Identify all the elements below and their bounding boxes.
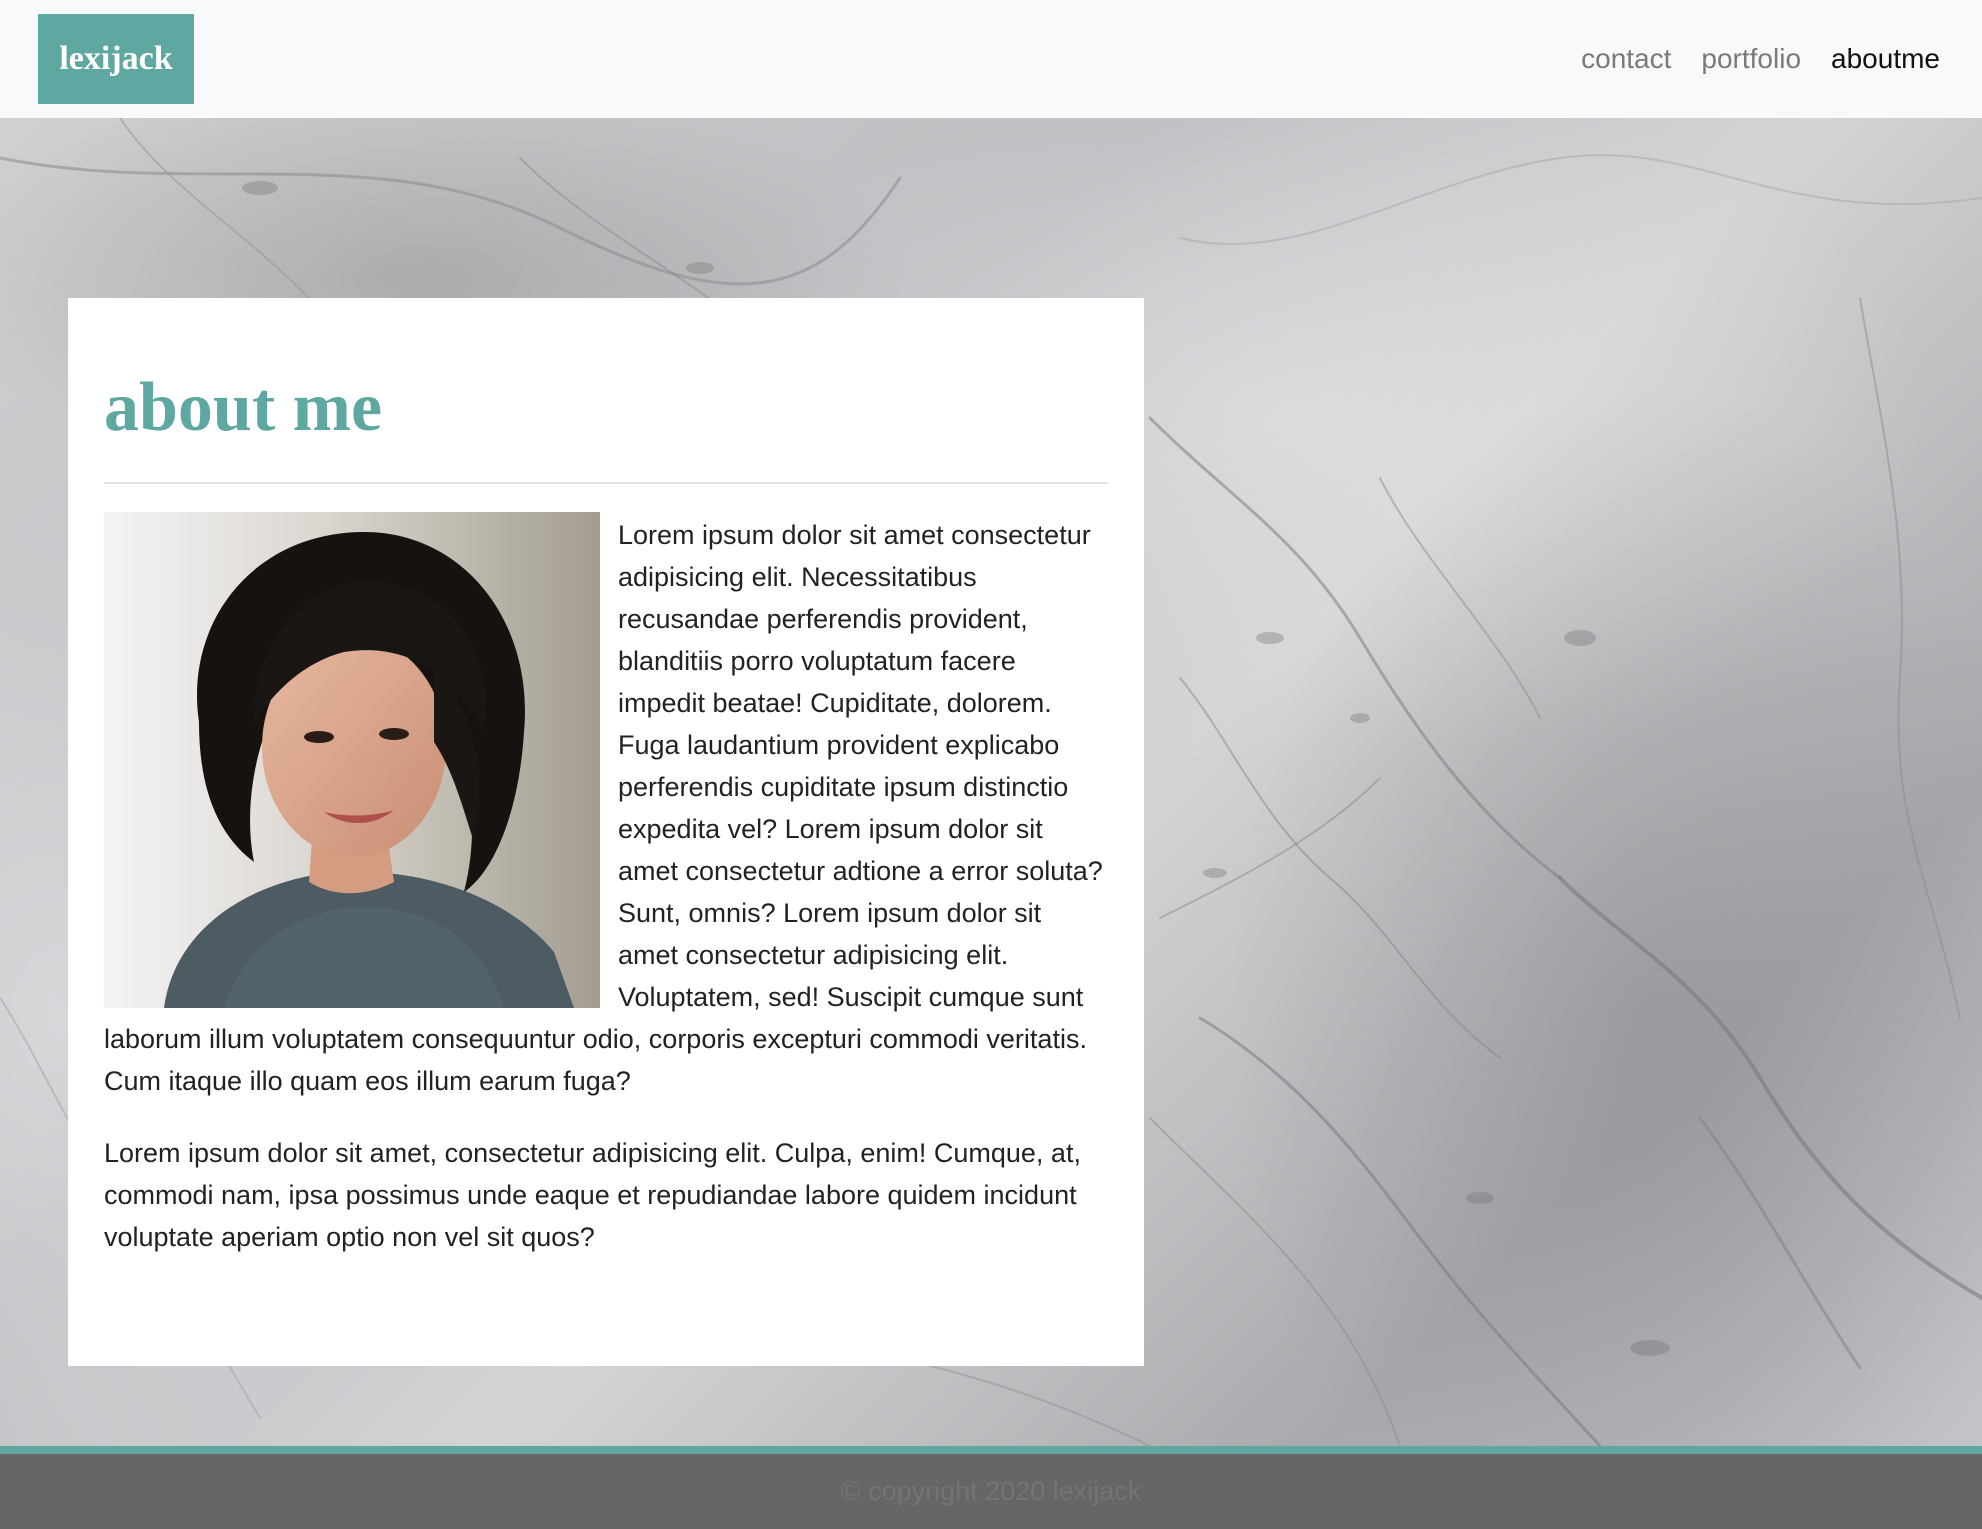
about-title: about me [104,369,383,446]
nav-link-contact[interactable]: contact [1581,43,1671,75]
footer-copyright: © copyright 2020 lexijack [840,1476,1142,1506]
footer: © copyright 2020 lexijack [0,1446,1982,1529]
profile-photo [104,512,600,1008]
profile-portrait [104,512,600,1008]
nav-link-portfolio[interactable]: portfolio [1701,43,1801,75]
brand-logo-link[interactable]: lexijack [38,14,194,104]
nav-link-aboutme[interactable]: aboutme [1831,43,1940,75]
about-card: about me Lorem ipsum dolor sit amet cons… [68,298,1144,1366]
title-divider [104,482,1108,484]
about-paragraph-2: Lorem ipsum dolor sit amet, consectetur … [104,1138,1081,1252]
nav-links: contact portfolio aboutme [1581,0,1940,118]
navbar: lexijack contact portfolio aboutme [0,0,1982,118]
